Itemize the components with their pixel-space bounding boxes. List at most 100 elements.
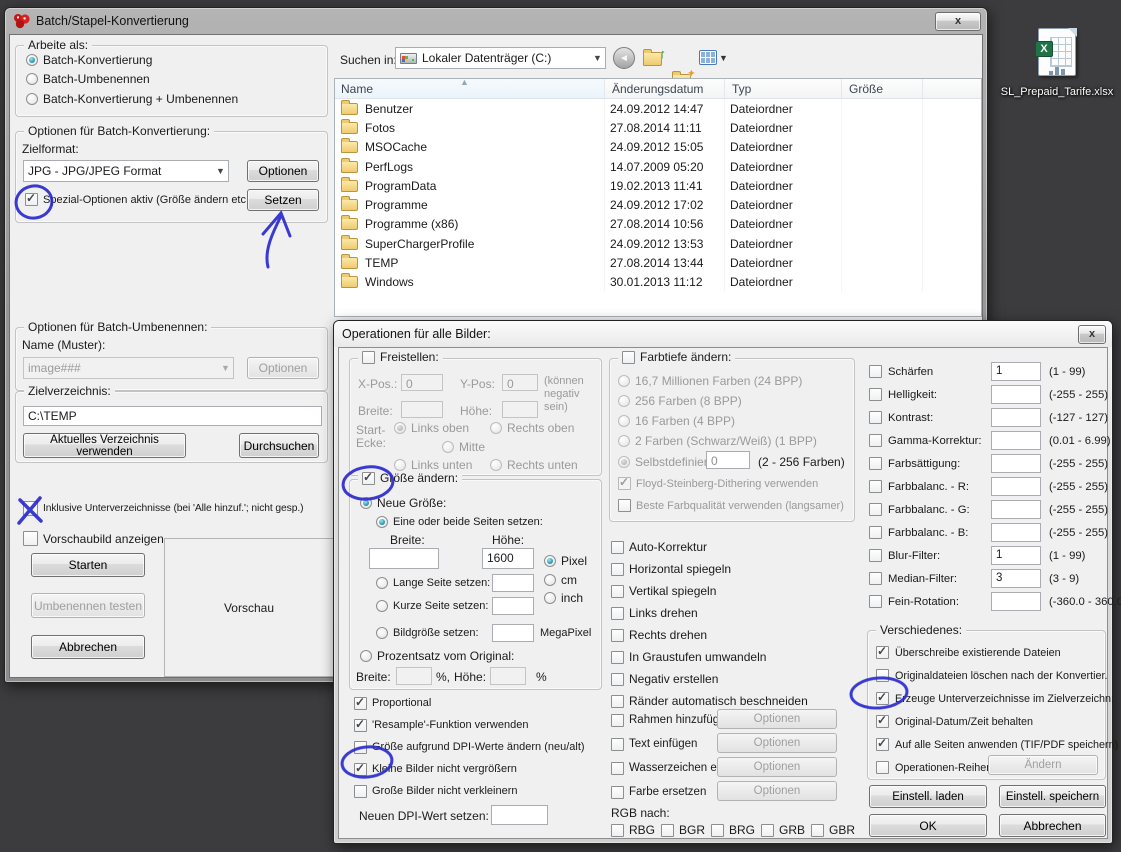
adjustment-row[interactable]: Farbbalanc. - B: (-255 - 255) bbox=[867, 521, 1107, 544]
look-in-combo[interactable]: Lokaler Datenträger (C:) ▼ bbox=[395, 47, 606, 69]
operation-row[interactable]: Vertikal spiegeln bbox=[611, 580, 857, 602]
misc-option-row[interactable]: Erzeuge Unterverzeichnisse im Zielverzei… bbox=[876, 687, 1101, 710]
proportional-row[interactable]: Proportional bbox=[354, 692, 604, 714]
best-quality-checkbox[interactable] bbox=[618, 499, 631, 512]
batch-window-titlebar[interactable]: Batch/Stapel-Konvertierung x bbox=[5, 8, 987, 34]
operation-checkbox[interactable] bbox=[611, 585, 624, 598]
adjustment-checkbox[interactable] bbox=[869, 457, 882, 470]
misc-option-checkbox[interactable] bbox=[876, 761, 889, 774]
adjustment-row[interactable]: Helligkeit: (-255 - 255) bbox=[867, 383, 1107, 406]
file-row[interactable]: ProgramData 19.02.2013 11:41 Dateiordner bbox=[335, 176, 981, 195]
view-menu-button[interactable]: ▼ bbox=[699, 50, 728, 65]
misc-option-checkbox[interactable] bbox=[876, 715, 889, 728]
adjustment-input[interactable]: 1 bbox=[991, 362, 1041, 381]
resize-height-input[interactable]: 1600 bbox=[482, 548, 534, 569]
up-one-level-button[interactable]: ↑ bbox=[642, 47, 666, 69]
operation-checkbox[interactable] bbox=[611, 541, 624, 554]
rgb-bgr[interactable]: BGR bbox=[661, 823, 711, 837]
rgb-gbr[interactable]: GBR bbox=[811, 823, 861, 837]
operation-checkbox[interactable] bbox=[611, 651, 624, 664]
misc-option-checkbox[interactable] bbox=[876, 738, 889, 751]
adjustment-checkbox[interactable] bbox=[869, 388, 882, 401]
batch-close-button[interactable]: x bbox=[935, 12, 981, 31]
proportional-checkbox[interactable] bbox=[354, 697, 367, 710]
rgb-brg[interactable]: BRG bbox=[711, 823, 761, 837]
adjustment-row[interactable]: Blur-Filter: 1 (1 - 99) bbox=[867, 544, 1107, 567]
new-dpi-input[interactable] bbox=[491, 805, 548, 825]
resize-checkbox[interactable] bbox=[362, 472, 375, 485]
rgb-grb[interactable]: GRB bbox=[761, 823, 811, 837]
set-button[interactable]: Setzen bbox=[247, 189, 319, 211]
dpi-resize-checkbox[interactable] bbox=[354, 741, 367, 754]
misc-option-checkbox[interactable] bbox=[876, 692, 889, 705]
adjustment-input[interactable]: 3 bbox=[991, 569, 1041, 588]
operations-close-button[interactable]: x bbox=[1078, 325, 1106, 344]
color-depth-legend-row[interactable]: Farbtiefe ändern: bbox=[618, 350, 735, 364]
adjustment-checkbox[interactable] bbox=[869, 572, 882, 585]
operation-row[interactable]: Horizontal spiegeln bbox=[611, 558, 857, 580]
dpi-resize-row[interactable]: Größe aufgrund DPI-Werte ändern (neu/alt… bbox=[354, 736, 604, 758]
cancel-button[interactable]: Abbrechen bbox=[31, 635, 145, 659]
save-settings-button[interactable]: Einstell. speichern bbox=[999, 785, 1106, 808]
crop-legend-row[interactable]: Freistellen: bbox=[358, 350, 443, 364]
crop-checkbox[interactable] bbox=[362, 351, 375, 364]
operation-checkbox[interactable] bbox=[611, 563, 624, 576]
misc-option-row[interactable]: Auf alle Seiten anwenden (TIF/PDF speich… bbox=[876, 733, 1101, 756]
target-directory-input[interactable]: C:\TEMP bbox=[23, 406, 322, 426]
adjustment-checkbox[interactable] bbox=[869, 411, 882, 424]
misc-option-row[interactable]: Originaldateien löschen nach der Konvert… bbox=[876, 664, 1101, 687]
work-mode-option[interactable]: Batch-Umbenennen bbox=[26, 70, 321, 90]
operation-checkbox[interactable] bbox=[611, 714, 624, 727]
operation-row[interactable]: Rechts drehen bbox=[611, 624, 857, 646]
target-format-combo[interactable]: JPG - JPG/JPEG Format ▼ bbox=[23, 160, 229, 182]
operation-checkbox[interactable] bbox=[611, 786, 624, 799]
unit-pixel-option[interactable]: Pixel bbox=[544, 554, 587, 568]
operation-checkbox[interactable] bbox=[611, 695, 624, 708]
adjustment-input[interactable] bbox=[991, 500, 1041, 519]
adjustment-input[interactable] bbox=[991, 408, 1041, 427]
desktop-file-icon[interactable]: X SL_Prepaid_Tarife.xlsx bbox=[995, 28, 1119, 98]
operation-checkbox[interactable] bbox=[611, 629, 624, 642]
operation-row[interactable]: In Graustufen umwandeln bbox=[611, 646, 857, 668]
file-row[interactable]: Programme 24.09.2012 17:02 Dateiordner bbox=[335, 195, 981, 214]
use-current-directory-button[interactable]: Aktuelles Verzeichnis verwenden bbox=[23, 433, 186, 458]
file-row[interactable]: Windows 30.01.2013 11:12 Dateiordner bbox=[335, 273, 981, 292]
show-preview-row[interactable]: Vorschaubild anzeigen bbox=[23, 531, 164, 546]
operation-checkbox[interactable] bbox=[611, 673, 624, 686]
no-enlarge-checkbox[interactable] bbox=[354, 763, 367, 776]
adjustment-input[interactable] bbox=[991, 385, 1041, 404]
show-preview-checkbox[interactable] bbox=[23, 531, 38, 546]
adjustment-row[interactable]: Farbbalanc. - G: (-255 - 255) bbox=[867, 498, 1107, 521]
adjustment-checkbox[interactable] bbox=[869, 434, 882, 447]
resize-legend-row[interactable]: Größe ändern: bbox=[358, 471, 462, 485]
load-settings-button[interactable]: Einstell. laden bbox=[869, 785, 987, 808]
format-options-button[interactable]: Optionen bbox=[247, 160, 319, 182]
operation-row[interactable]: Links drehen bbox=[611, 602, 857, 624]
unit-inch-option[interactable]: inch bbox=[544, 591, 583, 605]
column-header-size[interactable]: Größe bbox=[842, 79, 923, 98]
no-shrink-row[interactable]: Große Bilder nicht verkleinern bbox=[354, 780, 604, 802]
ok-button[interactable]: OK bbox=[869, 814, 987, 837]
file-row[interactable]: SuperChargerProfile 24.09.2012 13:53 Dat… bbox=[335, 234, 981, 253]
no-shrink-checkbox[interactable] bbox=[354, 785, 367, 798]
column-header-date[interactable]: Änderungsdatum bbox=[605, 79, 725, 98]
work-mode-option[interactable]: Batch-Konvertierung + Umbenennen bbox=[26, 89, 321, 109]
adjustment-row[interactable]: Median-Filter: 3 (3 - 9) bbox=[867, 567, 1107, 590]
work-mode-radio[interactable] bbox=[26, 54, 38, 66]
short-side-option[interactable]: Kurze Seite setzen: bbox=[376, 600, 488, 612]
adjustment-row[interactable]: Fein-Rotation: (-360.0 - 360.0) bbox=[867, 590, 1107, 613]
adjustment-checkbox[interactable] bbox=[869, 549, 882, 562]
adjustment-checkbox[interactable] bbox=[869, 480, 882, 493]
operation-with-options-row[interactable]: Wasserzeichen einf. Optionen bbox=[611, 756, 857, 780]
adjustment-checkbox[interactable] bbox=[869, 365, 882, 378]
adjustment-checkbox[interactable] bbox=[869, 503, 882, 516]
operations-titlebar[interactable]: Operationen für alle Bilder: x bbox=[334, 321, 1112, 347]
operation-row[interactable]: Auto-Korrektur bbox=[611, 536, 857, 558]
operation-with-options-row[interactable]: Text einfügen Optionen bbox=[611, 732, 857, 756]
image-size-option[interactable]: Bildgröße setzen: bbox=[376, 627, 479, 639]
misc-option-row[interactable]: Original-Datum/Zeit behalten bbox=[876, 710, 1101, 733]
adjustment-input[interactable] bbox=[991, 592, 1041, 611]
image-size-input[interactable] bbox=[492, 624, 534, 642]
operation-checkbox[interactable] bbox=[611, 607, 624, 620]
resample-row[interactable]: 'Resample'-Funktion verwenden bbox=[354, 714, 604, 736]
